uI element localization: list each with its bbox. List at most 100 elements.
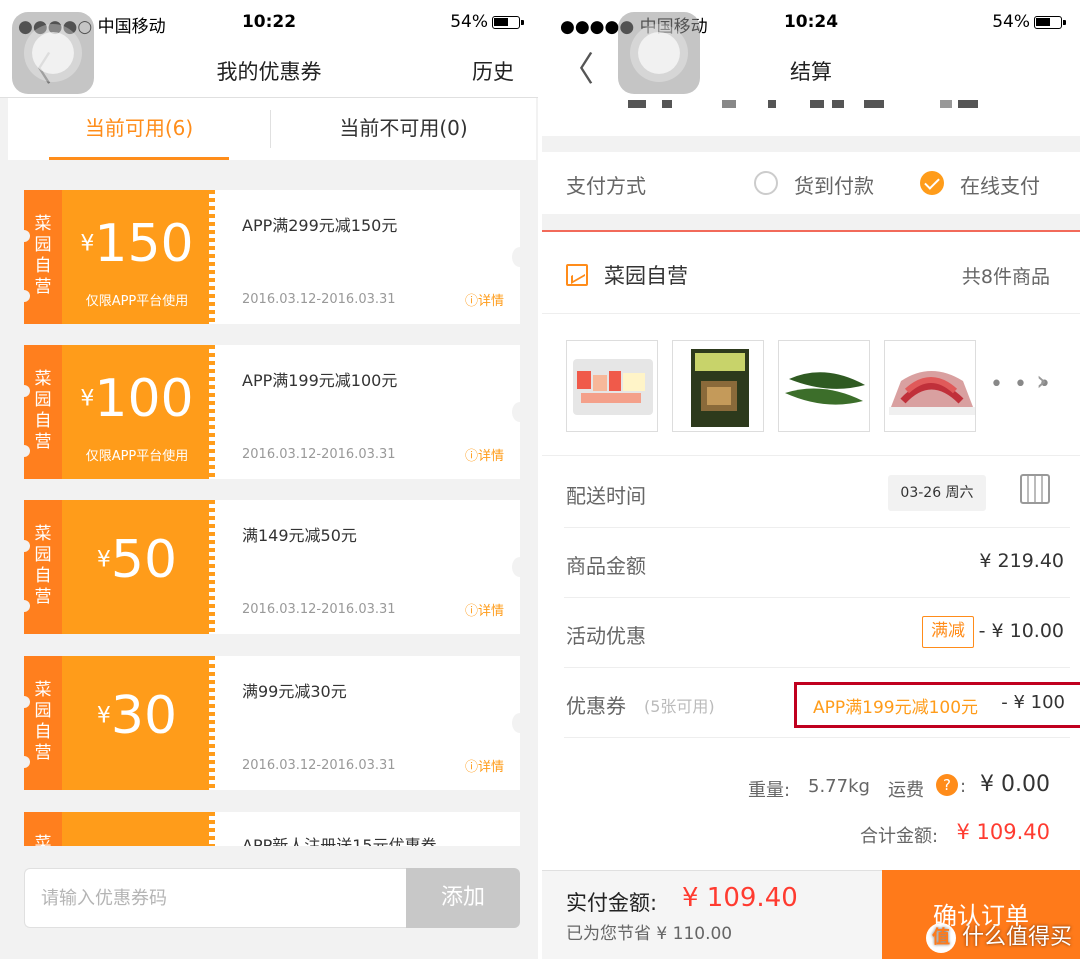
product-image-icon (889, 371, 975, 415)
coupon-amount: 100 (94, 369, 194, 429)
currency-symbol: ¥ (96, 703, 111, 729)
currency-symbol: ¥ (80, 386, 95, 412)
coupon-detail-link[interactable]: ⓘ详情 (465, 290, 504, 309)
product-thumbnails[interactable]: • • • › (542, 314, 1080, 456)
coupon-notch (512, 247, 528, 267)
coupon-card[interactable]: 菜园自营 ¥50 满149元减50元 2016.03.12-2016.03.31… (18, 500, 528, 634)
coupon-title: APP满299元减150元 (242, 216, 398, 235)
goods-amount-row: 商品金额 ¥ 219.40 (564, 528, 1070, 598)
section-gap (542, 136, 1080, 152)
battery-percent: 54% (992, 12, 1030, 32)
promotion-row: 活动优惠 满减 - ¥ 10.00 (564, 598, 1070, 668)
coupon-store-label: 菜 (24, 812, 62, 846)
radio-cod-icon[interactable] (754, 171, 778, 195)
coupon-value-panel: ¥100 仅限APP平台使用 (62, 345, 215, 479)
coupon-store-label: 菜园自营 (18, 190, 62, 324)
coupon-detail-link[interactable]: ⓘ详情 (465, 600, 504, 619)
coupon-label: 优惠券 (566, 694, 626, 718)
coupon-store-text: 菜 (34, 834, 52, 846)
shipping-label: 运费 (888, 780, 924, 801)
delivery-time-row[interactable]: 配送时间 03-26 周六 (564, 458, 1070, 528)
coupon-code-input[interactable] (24, 868, 406, 928)
radio-online-checked-icon[interactable] (920, 171, 944, 195)
watermark-text: 什么值得买 (961, 925, 1072, 950)
total-label: 合计金额: (860, 826, 939, 847)
weight-value: 5.77kg (808, 776, 870, 797)
coupon-validity: 2016.03.12-2016.03.31 (242, 602, 396, 617)
coupon-card[interactable]: 菜园自营 ¥150 仅限APP平台使用 APP满299元减150元 2016.0… (18, 190, 528, 324)
coupon-list-screen: ●●●●○ 中国移动 10:22 54% 〈 我的优惠券 历史 当前可用(6) … (0, 0, 540, 959)
assistive-touch-icon[interactable] (618, 12, 700, 94)
coupon-detail-link[interactable]: ⓘ详情 (465, 756, 504, 775)
coupon-value-panel: ¥50 (62, 500, 215, 634)
coupon-discount-value: - ¥ 100 (1001, 692, 1065, 713)
store-name: 菜园自营 (604, 264, 688, 288)
checkout-screen: ●●●●● 中国移动 10:24 54% 〈 结算 支付方式 货到付款 在线支付… (542, 0, 1080, 959)
shipping-value: ¥ 0.00 (980, 772, 1050, 797)
coupon-available-count: (5张可用) (644, 697, 715, 716)
product-image-icon (691, 349, 749, 427)
payment-option-online[interactable]: 在线支付 (960, 170, 1040, 199)
product-thumb[interactable] (884, 340, 976, 432)
assistive-touch-icon[interactable] (12, 12, 94, 94)
store-icon (566, 264, 588, 286)
add-coupon-button[interactable]: 添加 (406, 868, 520, 928)
promotion-label: 活动优惠 (566, 624, 646, 648)
coupon-amount: 30 (110, 686, 178, 746)
calendar-icon[interactable] (1020, 474, 1050, 504)
coupon-store-label: 菜园自营 (18, 500, 62, 634)
coupon-validity: 2016.03.12-2016.03.31 (242, 447, 396, 462)
history-button[interactable]: 历史 (472, 56, 514, 86)
payment-option-cod[interactable]: 货到付款 (794, 170, 874, 199)
product-thumb[interactable] (778, 340, 870, 432)
help-icon[interactable]: ? (936, 774, 958, 796)
coupon-title: 满99元减30元 (242, 682, 347, 701)
order-summary: 重量: 5.77kg 运费 ? : ¥ 0.00 合计金额: ¥ 109.40 (542, 740, 1080, 870)
currency-symbol: ¥ (96, 547, 111, 573)
product-image-icon (785, 372, 865, 405)
product-thumb[interactable] (672, 340, 764, 432)
coupon-card[interactable]: 菜园自营 ¥30 满99元减30元 2016.03.12-2016.03.31 … (18, 656, 528, 790)
coupon-value-panel: ¥30 (62, 656, 215, 790)
battery-indicator: 54% (992, 12, 1066, 32)
product-thumb[interactable] (566, 340, 658, 432)
coupon-detail-link[interactable]: ⓘ详情 (465, 445, 504, 464)
coupon-value-panel (62, 812, 215, 846)
coupon-card-partial[interactable]: 菜 APP新人注册送15元优惠券 (24, 812, 520, 846)
battery-percent: 54% (450, 12, 488, 32)
payment-method-label: 支付方式 (566, 174, 646, 198)
coupon-store-text: 菜园自营 (34, 680, 52, 763)
coupon-notch (512, 713, 528, 733)
goods-amount-value: ¥ 219.40 (979, 550, 1064, 572)
battery-indicator: 54% (450, 12, 524, 32)
coupon-restriction: 仅限APP平台使用 (85, 294, 189, 309)
coupon-store-label: 菜园自营 (18, 656, 62, 790)
coupon-title: APP满199元减100元 (242, 371, 398, 390)
selected-coupon-highlight[interactable]: APP满199元减100元 - ¥ 100 › (794, 682, 1080, 728)
coupon-row[interactable]: 优惠券 (5张可用) APP满199元减100元 - ¥ 100 › (564, 668, 1080, 738)
watermark: 值什么值得买 (925, 919, 1072, 953)
delivery-date[interactable]: 03-26 周六 (888, 475, 986, 511)
paid-value: ¥ 109.40 (682, 883, 798, 913)
total-value: ¥ 109.40 (956, 820, 1050, 844)
coupon-amount: 50 (110, 530, 178, 590)
coupon-store-label: 菜园自营 (18, 345, 62, 479)
coupon-title: 满149元减50元 (242, 526, 357, 545)
promotion-tag: 满减 (922, 616, 974, 648)
watermark-logo-icon: 值 (925, 923, 956, 953)
coupon-store-text: 菜园自营 (34, 214, 52, 297)
tab-available[interactable]: 当前可用(6) (8, 98, 270, 160)
store-header: 菜园自营 共8件商品 (542, 232, 1080, 314)
section-gap (542, 214, 1080, 230)
goods-amount-label: 商品金额 (566, 554, 646, 578)
coupon-amount: 150 (94, 214, 194, 274)
item-count: 共8件商品 (961, 266, 1050, 288)
tab-unavailable[interactable]: 当前不可用(0) (271, 98, 536, 160)
coupon-validity: 2016.03.12-2016.03.31 (242, 292, 396, 307)
battery-icon (492, 15, 524, 29)
coupon-value-panel: ¥150 仅限APP平台使用 (62, 190, 215, 324)
coupon-card[interactable]: 菜园自营 ¥100 仅限APP平台使用 APP满199元减100元 2016.0… (18, 345, 528, 479)
chevron-right-icon[interactable]: › (1036, 364, 1047, 397)
coupon-store-text: 菜园自营 (34, 524, 52, 607)
selected-coupon-name: APP满199元减100元 (813, 698, 979, 718)
